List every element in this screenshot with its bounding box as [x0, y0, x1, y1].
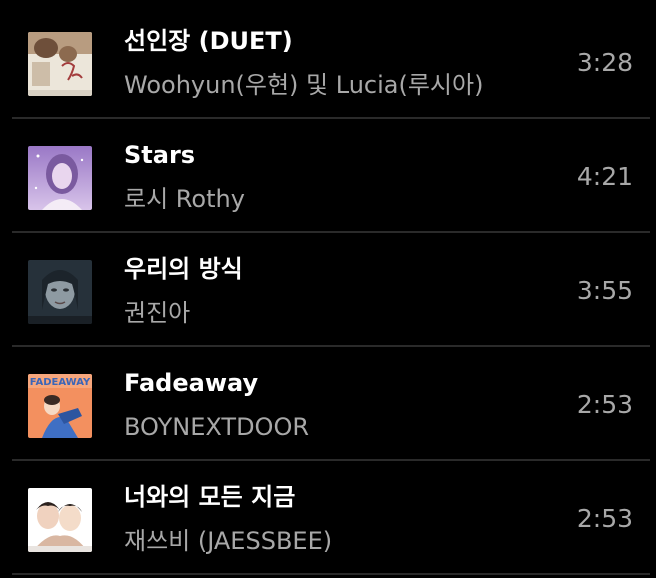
track-title: 우리의 방식 — [124, 255, 243, 283]
album-cover — [28, 32, 92, 96]
track-duration: 2:53 — [576, 390, 633, 419]
track-title: 선인장 (DUET) — [124, 27, 293, 55]
svg-text:FADEAWAY: FADEAWAY — [30, 377, 91, 388]
track-row[interactable]: 선인장 (DUET) Woohyun(우현) 및 Lucia(루시아) 3:28 — [0, 4, 656, 118]
album-art-duo-icon — [28, 488, 92, 552]
track-row[interactable]: 너와의 모든 지금 재쓰비 (JAESSBEE) 2:53 — [0, 460, 656, 574]
album-art-portrait-icon — [28, 260, 92, 324]
track-row[interactable]: FADEAWAY Fadeaway BOYNEXTDOOR 2:53 — [0, 346, 656, 460]
track-artist: 로시 Rothy — [124, 185, 245, 213]
album-art-stars-icon — [28, 146, 92, 210]
album-cover: FADEAWAY — [28, 374, 92, 438]
track-duration: 3:28 — [576, 48, 633, 77]
track-artist: Woohyun(우현) 및 Lucia(루시아) — [124, 71, 484, 99]
track-duration: 3:55 — [576, 276, 633, 305]
album-cover — [28, 146, 92, 210]
track-title: 너와의 모든 지금 — [124, 483, 296, 511]
track-row[interactable]: 우리의 방식 권진아 3:55 — [0, 232, 656, 346]
track-artist: BOYNEXTDOOR — [124, 413, 310, 441]
track-duration: 2:53 — [576, 504, 633, 533]
album-art-cactus-icon — [28, 32, 92, 96]
track-title: Fadeaway — [124, 369, 259, 397]
track-list: 선인장 (DUET) Woohyun(우현) 및 Lucia(루시아) 3:28 — [0, 0, 656, 578]
track-row[interactable]: Stars 로시 Rothy 4:21 — [0, 118, 656, 232]
track-artist: 재쓰비 (JAESSBEE) — [124, 527, 333, 555]
track-duration: 4:21 — [576, 162, 633, 191]
album-art-fadeaway-icon: FADEAWAY — [28, 374, 92, 438]
track-artist: 권진아 — [124, 299, 191, 327]
row-divider — [12, 573, 650, 575]
album-cover — [28, 488, 92, 552]
track-title: Stars — [124, 141, 196, 169]
album-cover — [28, 260, 92, 324]
